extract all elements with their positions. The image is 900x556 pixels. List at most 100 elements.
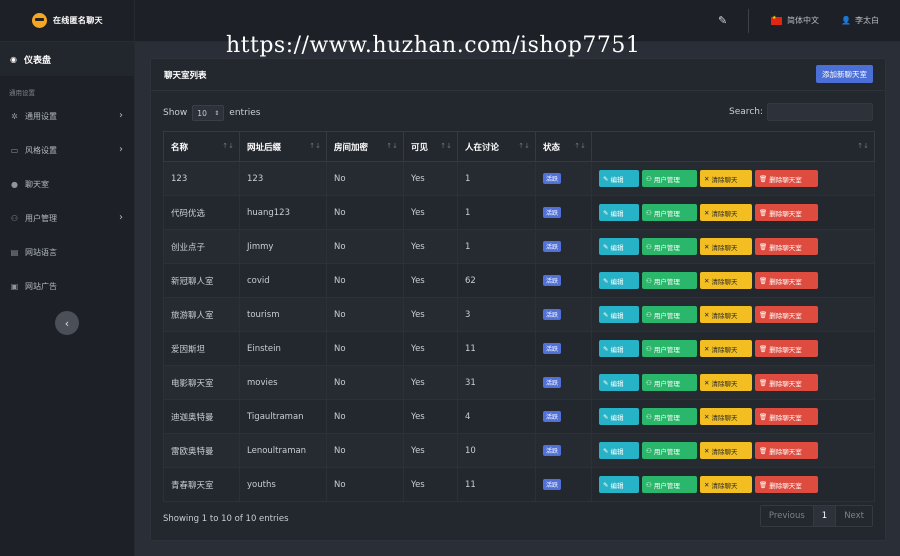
sidebar-item-label: 用户管理 [25,213,57,223]
trash-icon: 🗑 [759,242,768,251]
column-header-online[interactable]: 人在讨论 ↑↓ [457,131,536,162]
clear-chat-button[interactable]: ✕ 清除聊天 [700,170,752,187]
edit-button[interactable]: ✎ 编辑 [599,442,639,459]
sidebar-item-dashboard[interactable]: ◉ 仪表盘 [0,42,134,76]
user-management-button[interactable]: ⚇ 用户管理 [642,170,697,187]
edit-button[interactable]: ✎ 编辑 [599,340,639,357]
user-management-button[interactable]: ⚇ 用户管理 [642,442,697,459]
user-management-button[interactable]: ⚇ 用户管理 [642,476,697,493]
column-header-status[interactable]: 状态 ↑↓ [535,131,592,162]
user-management-button[interactable]: ⚇ 用户管理 [642,306,697,323]
table-row: 123 123 No Yes 1 活跃 ✎ 编辑 ⚇ 用户管理 ✕ 清除聊天 🗑 删除聊天室 [163,161,875,196]
eraser-icon: ✕ [704,174,710,183]
clear-chat-button[interactable]: ✕ 清除聊天 [700,408,752,425]
column-header-visible[interactable]: 可见 ↑↓ [403,131,458,162]
eraser-icon: ✕ [704,344,710,353]
users-icon: ⚇ [646,412,652,421]
sidebar-item-site-language[interactable]: ▤ 网站语言 [0,235,134,269]
delete-chatroom-button[interactable]: 🗑 删除聊天室 [755,170,818,187]
clear-chat-button[interactable]: ✕ 清除聊天 [700,306,752,323]
user-management-button[interactable]: ⚇ 用户管理 [642,238,697,255]
cell-visible: Yes [403,297,458,332]
delete-chatroom-button[interactable]: 🗑 删除聊天室 [755,408,818,425]
delete-chatroom-button[interactable]: 🗑 删除聊天室 [755,374,818,391]
clear-chat-button[interactable]: ✕ 清除聊天 [700,476,752,493]
edit-button[interactable]: ✎ 编辑 [599,476,639,493]
cell-online: 31 [457,365,536,400]
column-header-actions[interactable]: ↑↓ [591,131,875,162]
delete-chatroom-button[interactable]: 🗑 删除聊天室 [755,204,818,221]
edit-icon[interactable]: ✎ [718,14,727,27]
sidebar-item-chatrooms[interactable]: ● 聊天室 [0,167,134,201]
column-header-slug[interactable]: 网址后缀 ↑↓ [239,131,327,162]
cell-visible: Yes [403,365,458,400]
sidebar-item-site-ads[interactable]: ▣ 网站广告 [0,269,134,303]
edit-button[interactable]: ✎ 编辑 [599,170,639,187]
user-menu[interactable]: 👤 李太白 [841,15,879,26]
cell-slug: youths [239,467,327,502]
language-switcher[interactable]: 简体中文 [771,15,819,26]
cell-actions: ✎ 编辑 ⚇ 用户管理 ✕ 清除聊天 🗑 删除聊天室 [591,433,875,468]
clear-chat-button[interactable]: ✕ 清除聊天 [700,204,752,221]
cell-status: 活跃 [535,433,592,468]
sidebar-collapse-button[interactable]: ‹ [55,311,79,335]
brand[interactable]: 在线匿名聊天 [0,0,134,42]
delete-chatroom-button[interactable]: 🗑 删除聊天室 [755,442,818,459]
cell-encrypted: No [326,365,404,400]
table-row: 代码优选 huang123 No Yes 1 活跃 ✎ 编辑 ⚇ 用户管理 ✕ 清除聊天 🗑 删除聊天室 [163,195,875,230]
user-management-button[interactable]: ⚇ 用户管理 [642,272,697,289]
search-input[interactable] [767,103,873,121]
cell-status: 活跃 [535,331,592,366]
user-name: 李太白 [854,16,879,25]
cell-name: 代码优选 [163,195,240,230]
edit-button[interactable]: ✎ 编辑 [599,204,639,221]
previous-page-button[interactable]: Previous [760,506,813,526]
delete-chatroom-button[interactable]: 🗑 删除聊天室 [755,476,818,493]
page-length-select[interactable]: 10 ⇕ [192,105,225,121]
user-management-button[interactable]: ⚇ 用户管理 [642,204,697,221]
language-label: 简体中文 [787,16,819,25]
edit-button[interactable]: ✎ 编辑 [599,374,639,391]
user-management-button[interactable]: ⚇ 用户管理 [642,374,697,391]
user-management-button[interactable]: ⚇ 用户管理 [642,340,697,357]
delete-chatroom-button[interactable]: 🗑 删除聊天室 [755,272,818,289]
table-row: 新冠聊人室 covid No Yes 62 活跃 ✎ 编辑 ⚇ 用户管理 ✕ 清除聊天 🗑 删除聊天室 [163,263,875,298]
user-management-button[interactable]: ⚇ 用户管理 [642,408,697,425]
edit-button[interactable]: ✎ 编辑 [599,408,639,425]
card-header: 聊天室列表 [151,59,885,91]
edit-button[interactable]: ✎ 编辑 [599,272,639,289]
clear-chat-button[interactable]: ✕ 清除聊天 [700,238,752,255]
delete-chatroom-button[interactable]: 🗑 删除聊天室 [755,340,818,357]
cell-name: 123 [163,161,240,196]
table-row: 迪迦奥特曼 Tigaultraman No Yes 4 活跃 ✎ 编辑 ⚇ 用户管理 ✕ 清除聊天 🗑 删… [163,399,875,434]
column-header-encrypted[interactable]: 房间加密 ↑↓ [326,131,404,162]
edit-button[interactable]: ✎ 编辑 [599,238,639,255]
cell-online: 1 [457,229,536,264]
delete-chatroom-button[interactable]: 🗑 删除聊天室 [755,306,818,323]
cell-status: 活跃 [535,263,592,298]
edit-button[interactable]: ✎ 编辑 [599,306,639,323]
trash-icon: 🗑 [759,310,768,319]
column-header-name[interactable]: 名称 ↑↓ [163,131,240,162]
delete-chatroom-button[interactable]: 🗑 删除聊天室 [755,238,818,255]
chevron-right-icon: › [119,144,123,155]
pagination: Previous 1 Next [759,505,873,527]
sort-icon: ↑↓ [386,142,398,150]
sidebar-item-general-settings[interactable]: ✲ 通用设置 › [0,99,134,133]
cell-online: 10 [457,433,536,468]
add-chatroom-button[interactable]: 添加新聊天室 [816,65,873,83]
sidebar-item-user-management[interactable]: ⚇ 用户管理 › [0,201,134,235]
ads-icon: ▣ [10,281,19,291]
clear-chat-button[interactable]: ✕ 清除聊天 [700,340,752,357]
cell-actions: ✎ 编辑 ⚇ 用户管理 ✕ 清除聊天 🗑 删除聊天室 [591,467,875,502]
clear-chat-button[interactable]: ✕ 清除聊天 [700,442,752,459]
sidebar-item-style-settings[interactable]: ▭ 风格设置 › [0,133,134,167]
clear-chat-button[interactable]: ✕ 清除聊天 [700,272,752,289]
clear-chat-button[interactable]: ✕ 清除聊天 [700,374,752,391]
cell-online: 1 [457,161,536,196]
cell-status: 活跃 [535,399,592,434]
eraser-icon: ✕ [704,208,710,217]
page-button-1[interactable]: 1 [812,506,837,526]
cell-online: 1 [457,195,536,230]
next-page-button[interactable]: Next [836,506,872,526]
